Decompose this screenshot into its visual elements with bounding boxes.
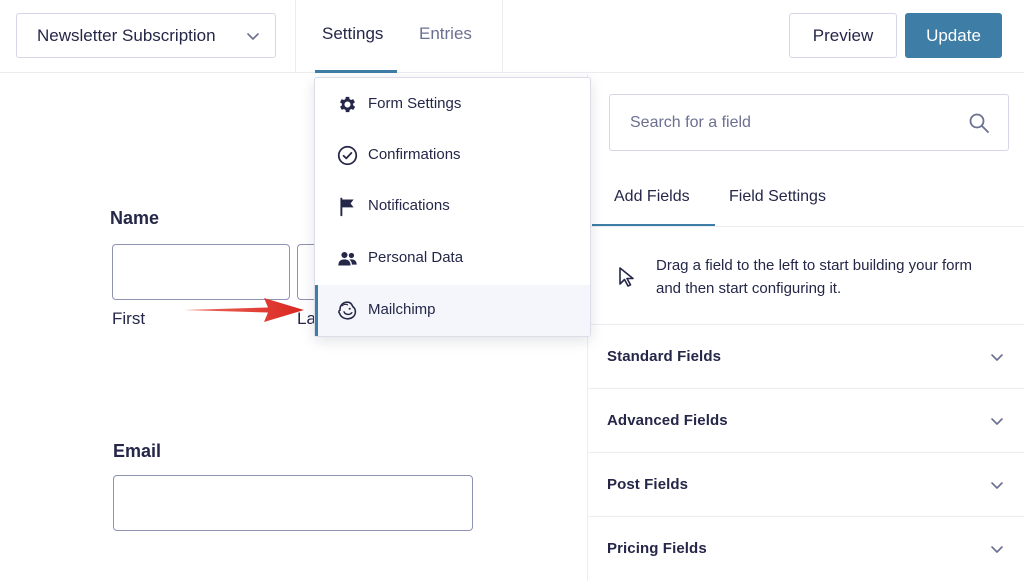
mailchimp-icon (338, 301, 357, 320)
menu-item-label: Notifications (368, 197, 450, 214)
tab-field-settings[interactable]: Field Settings (729, 188, 826, 206)
section-advanced-fields[interactable]: Advanced Fields (588, 388, 1024, 452)
field-panel: Search for a field Add Fields Field Sett… (587, 74, 1024, 581)
chevron-down-icon (247, 33, 259, 40)
chevron-down-icon (991, 418, 1003, 425)
check-circle-icon (337, 145, 358, 166)
tab-settings[interactable]: Settings (322, 24, 383, 44)
topbar-divider (295, 0, 296, 73)
tab-add-fields[interactable]: Add Fields (614, 188, 690, 206)
menu-item-notifications[interactable]: Notifications (315, 181, 590, 232)
tab-entries[interactable]: Entries (419, 24, 472, 44)
cursor-pointer-icon (619, 267, 634, 287)
form-switcher[interactable]: Newsletter Subscription (16, 13, 276, 58)
menu-item-label: Confirmations (368, 146, 461, 163)
email-field-label: Email (113, 441, 162, 461)
section-title: Advanced Fields (607, 412, 728, 429)
drag-hint-text: Drag a field to the left to start buildi… (656, 257, 972, 297)
menu-item-form-settings[interactable]: Form Settings (315, 79, 590, 130)
menu-item-confirmations[interactable]: Confirmations (315, 130, 590, 181)
chevron-down-icon (991, 354, 1003, 361)
top-bar: Newsletter Subscription Settings Entries… (0, 0, 1024, 73)
flag-icon (340, 197, 354, 217)
search-input[interactable]: Search for a field (630, 114, 751, 132)
menu-item-label: Mailchimp (368, 301, 436, 318)
update-button[interactable]: Update (905, 13, 1002, 58)
chevron-down-icon (991, 482, 1003, 489)
users-icon (338, 251, 357, 266)
preview-button[interactable]: Preview (789, 13, 897, 58)
section-pricing-fields[interactable]: Pricing Fields (588, 516, 1024, 580)
annotation-arrow-icon (184, 298, 304, 322)
section-post-fields[interactable]: Post Fields (588, 452, 1024, 516)
active-tab-indicator (315, 70, 397, 73)
email-input[interactable] (113, 475, 473, 531)
chevron-down-icon (991, 546, 1003, 553)
panel-tabs-divider (588, 226, 1024, 227)
field-search[interactable]: Search for a field (609, 94, 1009, 151)
section-title: Pricing Fields (607, 540, 707, 557)
section-standard-fields[interactable]: Standard Fields (588, 324, 1024, 388)
menu-item-label: Personal Data (368, 249, 464, 266)
section-title: Standard Fields (607, 348, 722, 365)
name-field-label: Name (110, 208, 160, 228)
gear-icon (339, 96, 356, 113)
topbar-divider (502, 0, 503, 73)
menu-item-label: Form Settings (368, 95, 462, 112)
search-icon[interactable] (968, 112, 990, 134)
settings-dropdown-menu: Form Settings Confirmations Notification… (314, 77, 591, 337)
menu-item-personal-data[interactable]: Personal Data (315, 233, 590, 284)
form-switcher-label: Newsletter Subscription (37, 25, 216, 45)
first-name-sublabel: First (112, 309, 146, 328)
menu-item-mailchimp[interactable]: Mailchimp (315, 285, 590, 336)
section-title: Post Fields (607, 476, 689, 493)
